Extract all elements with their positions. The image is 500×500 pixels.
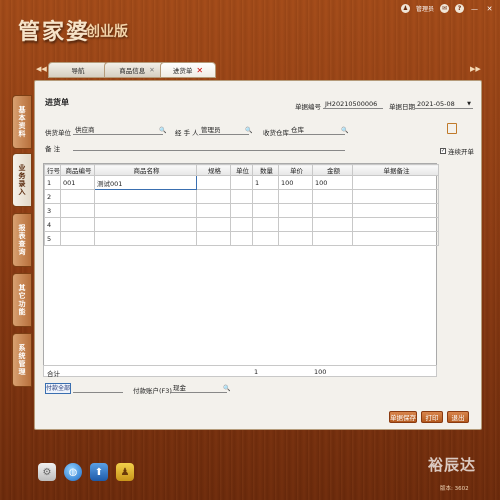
page-title: 进货单: [45, 98, 69, 107]
brand-edition: 创业版: [86, 24, 128, 40]
search-icon[interactable]: 🔍: [223, 385, 230, 392]
nav-report-query[interactable]: 报表查询: [12, 213, 32, 267]
total-amount: 100: [314, 368, 327, 376]
search-icon[interactable]: 🔍: [341, 127, 348, 134]
update-arrow-icon[interactable]: ⬆: [90, 463, 108, 481]
close-icon[interactable]: ✕: [485, 4, 494, 13]
top-tools: ♟ 管理员 ✉ ? — ✕: [400, 4, 494, 13]
warehouse-label: 收货仓库: [263, 129, 289, 137]
chevron-down-icon[interactable]: ▼: [467, 100, 471, 109]
purchase-order-panel: 进货单 单据编号 JH20210500006 单据日期 2021-05-08 ▼…: [34, 80, 482, 430]
watermark: 裕辰达: [428, 456, 477, 474]
tab-purchase-order[interactable]: 进货单 ✕: [160, 62, 216, 78]
current-user: 管理员: [415, 6, 434, 13]
item-grid: 行号 商品编号 商品名称 规格 单位 数量 单价 金额 单据备注 1 001 测…: [43, 163, 439, 377]
doc-date-field[interactable]: 2021-05-08 ▼: [415, 100, 473, 109]
payment-account-field[interactable]: 现金: [171, 384, 227, 393]
table-header: 行号 商品编号 商品名称 规格 单位 数量 单价 金额 单据备注: [44, 164, 439, 176]
pay-all-amount-field[interactable]: [73, 384, 123, 393]
top-bar: 管家婆 创业版 ♟ 管理员 ✉ ? — ✕: [0, 0, 500, 52]
settings-gear-icon[interactable]: ⚙: [38, 463, 56, 481]
warehouse-field[interactable]: 仓库: [289, 126, 345, 135]
table-row[interactable]: 4: [44, 217, 439, 232]
checkbox-icon[interactable]: ✓: [440, 148, 446, 154]
user-icon[interactable]: ♟: [400, 4, 410, 13]
item-table: 行号 商品编号 商品名称 规格 单位 数量 单价 金额 单据备注 1 001 测…: [44, 164, 439, 246]
supplier-label: 供货单位: [45, 129, 71, 137]
tab-bar: 导航 商品信息 ✕ 进货单 ✕: [36, 62, 480, 78]
table-row[interactable]: 2: [44, 189, 439, 204]
table-row[interactable]: 1 001 测试001 1 100 100: [44, 175, 439, 190]
chat-icon[interactable]: ✉: [440, 4, 449, 13]
tab-close-icon[interactable]: ✕: [196, 66, 203, 75]
help-icon[interactable]: ?: [455, 4, 464, 13]
remark-field[interactable]: [73, 142, 345, 151]
tab-close-icon[interactable]: ✕: [149, 66, 154, 74]
minimize-icon[interactable]: —: [470, 4, 479, 13]
handler-field[interactable]: 管理员: [199, 126, 249, 135]
table-row[interactable]: 5: [44, 231, 439, 246]
edit-icon[interactable]: [447, 123, 457, 134]
version-label: 版本: 3602: [440, 486, 469, 492]
pay-all-button[interactable]: 付款全部: [45, 383, 71, 394]
search-icon[interactable]: 🔍: [245, 127, 252, 134]
save-button[interactable]: 单据保存: [389, 411, 417, 423]
total-label: 合计: [47, 370, 60, 378]
doc-date-label: 单据日期: [389, 103, 415, 111]
tab-navigation[interactable]: 导航: [48, 62, 108, 78]
total-quantity: 1: [254, 368, 259, 376]
handler-label: 经 手 人: [175, 129, 199, 137]
continuous-checkbox[interactable]: ✓ 连续开单: [440, 146, 474, 156]
nav-system-admin[interactable]: 系统管理: [12, 333, 32, 387]
nav-business-entry[interactable]: 业务录入: [12, 153, 32, 207]
total-row: 合计 1 100: [43, 365, 437, 378]
exit-button[interactable]: 退出: [447, 411, 469, 423]
print-button[interactable]: 打印: [421, 411, 443, 423]
nav-other-functions[interactable]: 其它功能: [12, 273, 32, 327]
globe-icon[interactable]: ◍: [64, 463, 82, 481]
nav-basic-data[interactable]: 基本资料: [12, 95, 32, 149]
payment-account-label: 付款账户(F3): [133, 387, 172, 395]
user-lock-icon[interactable]: ♟: [116, 463, 134, 481]
brand-logo: 管家婆: [18, 19, 91, 45]
search-icon[interactable]: 🔍: [159, 127, 166, 134]
doc-no-label: 单据编号: [295, 103, 321, 111]
table-row[interactable]: 3: [44, 203, 439, 218]
doc-no-field[interactable]: JH20210500006: [323, 100, 383, 109]
remark-label: 备 注: [45, 145, 61, 153]
supplier-field[interactable]: 供应商: [73, 126, 163, 135]
